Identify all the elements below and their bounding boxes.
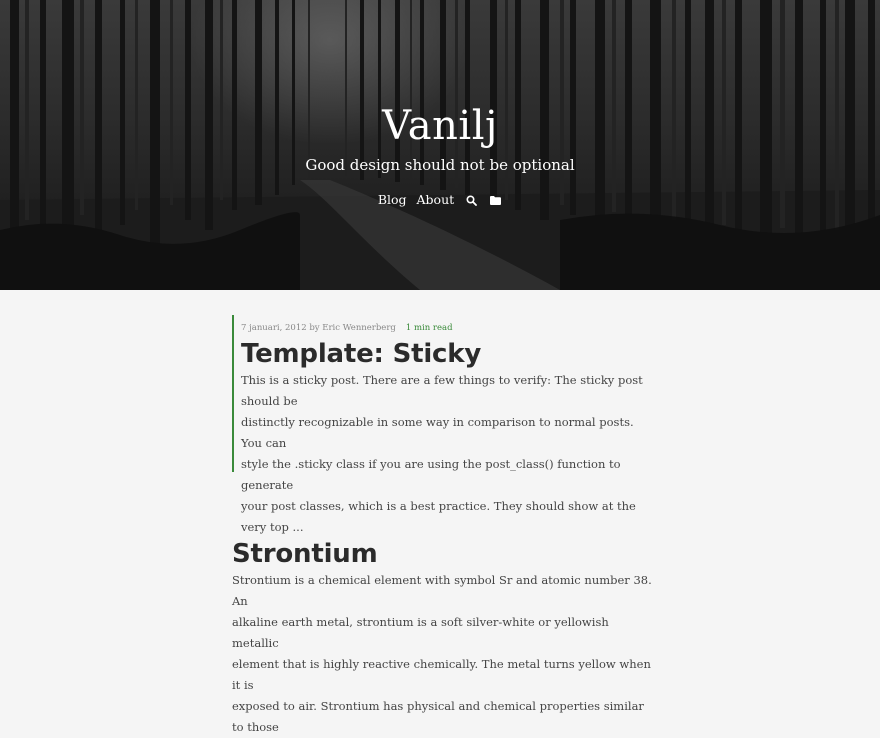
sticky-post: 7 januari, 2012 by Eric Wennerberg 1 min … xyxy=(232,315,652,534)
excerpt-line: distinctly recognizable in some way in c… xyxy=(241,415,634,450)
site-title[interactable]: Vanilj xyxy=(0,102,880,150)
post: Strontium Strontium is a chemical elemen… xyxy=(232,538,652,738)
nav-item-about[interactable]: About xyxy=(417,191,455,209)
excerpt-line: element that is highly reactive chemical… xyxy=(232,657,651,692)
post-excerpt: Strontium is a chemical element with sym… xyxy=(232,570,652,738)
post-date-author: 7 januari, 2012 by Eric Wennerberg xyxy=(241,323,396,333)
post-title[interactable]: Template: Sticky xyxy=(241,338,652,370)
nav-item-blog[interactable]: Blog xyxy=(378,191,407,209)
site-header: Vanilj Good design should not be optiona… xyxy=(0,0,880,290)
excerpt-line: your post classes, which is a best pract… xyxy=(241,499,636,534)
excerpt-line: alkaline earth metal, strontium is a sof… xyxy=(232,615,609,650)
read-time: 1 min read xyxy=(405,323,453,333)
post-title[interactable]: Strontium xyxy=(232,538,652,570)
main-nav: Blog About xyxy=(0,191,880,209)
folder-icon[interactable] xyxy=(488,193,502,207)
search-icon[interactable] xyxy=(464,193,478,207)
excerpt-line: style the .sticky class if you are using… xyxy=(241,457,621,492)
excerpt-line: exposed to air. Strontium has physical a… xyxy=(232,699,644,734)
site-tagline: Good design should not be optional xyxy=(305,156,575,174)
post-meta: 7 januari, 2012 by Eric Wennerberg 1 min … xyxy=(241,322,652,334)
excerpt-line: This is a sticky post. There are a few t… xyxy=(241,373,643,408)
post-excerpt: This is a sticky post. There are a few t… xyxy=(241,370,652,538)
excerpt-line: Strontium is a chemical element with sym… xyxy=(232,573,652,608)
